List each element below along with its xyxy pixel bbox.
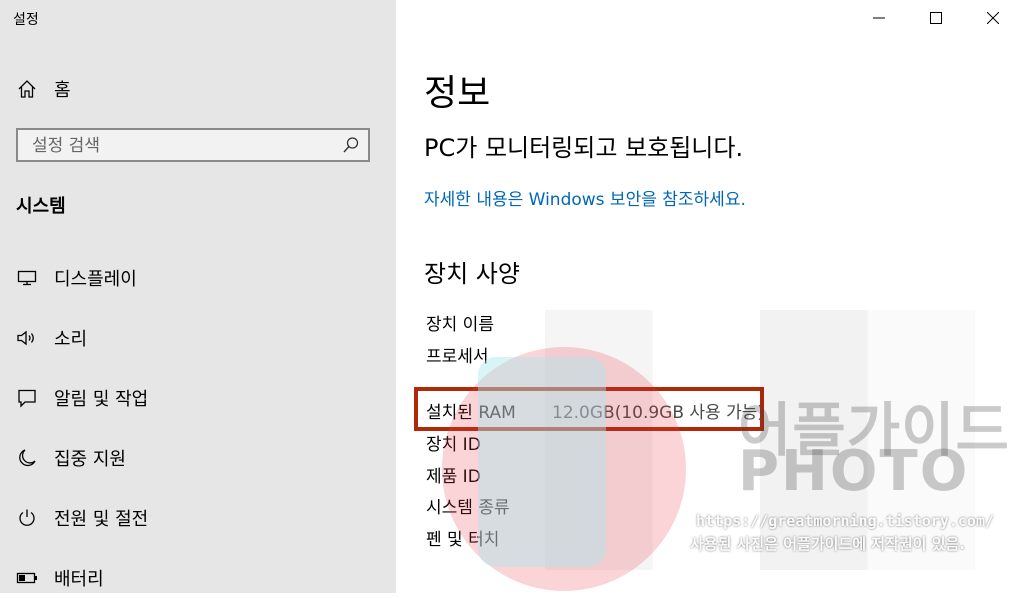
- minimize-button[interactable]: [856, 0, 902, 36]
- sidebar-item-notifications[interactable]: 알림 및 작업: [0, 378, 396, 418]
- spec-row-system-type: 시스템 종류: [426, 491, 552, 519]
- sidebar-item-label: 배터리: [54, 569, 104, 590]
- sidebar-item-label: 홈: [54, 80, 71, 101]
- sidebar-item-label: 소리: [54, 329, 88, 350]
- maximize-icon: [930, 9, 942, 28]
- minimize-icon: [873, 9, 885, 28]
- spec-row-product-id: 제품 ID: [426, 460, 552, 488]
- spec-row-device-id: 장치 ID: [426, 428, 552, 456]
- app-title: 설정: [13, 12, 39, 28]
- display-icon: [16, 267, 38, 289]
- sidebar-item-sound[interactable]: 소리: [0, 318, 396, 358]
- maximize-button[interactable]: [913, 0, 959, 36]
- spec-row-pen-touch: 펜 및 터치: [426, 523, 552, 551]
- battery-icon: [16, 567, 38, 589]
- spec-key: 시스템 종류: [426, 497, 510, 518]
- watermark-url: https://greatmorning.tistory.com/: [696, 512, 995, 530]
- home-icon: [16, 78, 38, 100]
- sidebar-item-label: 전원 및 절전: [54, 509, 149, 530]
- sidebar-item-home[interactable]: 홈: [0, 69, 396, 109]
- search-icon[interactable]: [342, 136, 360, 154]
- moon-icon: [16, 447, 38, 469]
- sidebar-item-display[interactable]: 디스플레이: [0, 258, 396, 298]
- sidebar-item-label: 집중 지원: [54, 449, 126, 470]
- search-input[interactable]: [18, 130, 344, 162]
- watermark-brand: 어플가이드: [738, 396, 1010, 464]
- section-heading-system: 시스템: [16, 196, 66, 217]
- spec-key: 펜 및 터치: [426, 529, 500, 550]
- notification-icon: [16, 387, 38, 409]
- sidebar-item-label: 디스플레이: [54, 269, 137, 290]
- security-link[interactable]: 자세한 내용은 Windows 보안을 참조하세요.: [424, 185, 746, 210]
- sidebar-item-power[interactable]: 전원 및 절전: [0, 498, 396, 538]
- close-button[interactable]: [970, 0, 1016, 36]
- spec-row-device-name: 장치 이름: [426, 308, 552, 336]
- search-field[interactable]: [16, 128, 370, 162]
- sidebar-item-focus-assist[interactable]: 집중 지원: [0, 438, 396, 478]
- page-title: 정보: [424, 73, 491, 114]
- spec-row-processor: 프로세서: [426, 340, 552, 368]
- watermark-background: [545, 310, 975, 570]
- spec-key: 제품 ID: [426, 466, 481, 487]
- watermark-photo: PHOTO: [738, 439, 970, 504]
- spec-key: 프로세서: [426, 346, 489, 367]
- device-spec-heading: 장치 사양: [424, 260, 520, 288]
- close-icon: [986, 9, 1000, 28]
- speaker-icon: [16, 327, 38, 349]
- sidebar: 설정 홈 시스템 디스플레이 소리 알림 및 작업 집중 지원: [0, 0, 396, 593]
- sidebar-item-battery[interactable]: 배터리: [0, 558, 396, 598]
- watermark-copyright: 사용된 사진은 어플가이드에 저작권이 있음.: [690, 535, 965, 553]
- sidebar-item-label: 알림 및 작업: [54, 389, 149, 410]
- ram-highlight-box: [414, 387, 764, 431]
- power-icon: [16, 507, 38, 529]
- protection-status: PC가 모니터링되고 보호됩니다.: [424, 134, 744, 162]
- spec-key: 장치 이름: [426, 314, 494, 335]
- spec-key: 장치 ID: [426, 434, 481, 455]
